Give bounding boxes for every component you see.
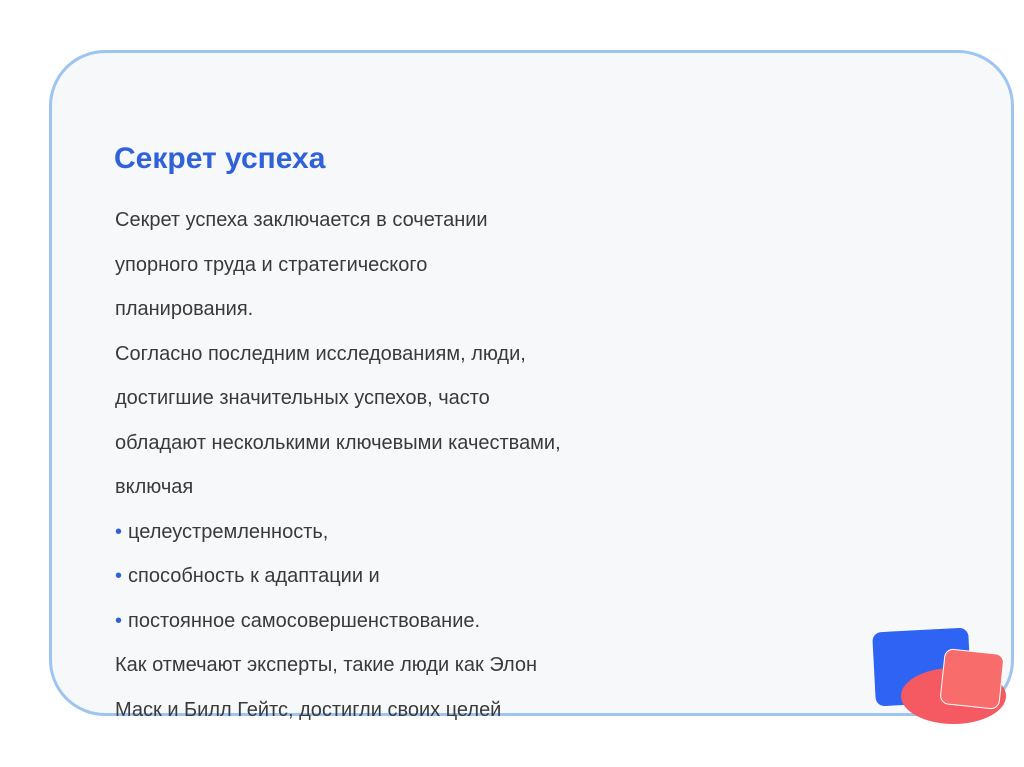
bullet-text: постоянное самосовершенствование. [128, 609, 481, 632]
body-line: Как отмечают эксперты, такие люди как Эл… [115, 654, 538, 676]
bullet-item: • способность к адаптации и [115, 554, 561, 599]
bullet-text: целеустремленность, [128, 520, 329, 543]
decorative-red-square [939, 648, 1005, 710]
bullet-text: способность к адаптации и [128, 565, 380, 587]
body-line: обладают несколькими ключевыми качествам… [115, 431, 561, 454]
bullet-item: • постоянное самосовершенствование. [115, 599, 561, 644]
body-line: включая [115, 476, 194, 498]
slide-body: Секрет успеха заключается в сочетании уп… [115, 198, 561, 732]
body-line: достигшие значительных успехов, часто [115, 387, 490, 409]
body-line: Маск и Билл Гейтс, достигли своих целей [115, 698, 502, 721]
slide-title: Секрет успеха [114, 142, 326, 175]
body-line: Секрет успеха заключается в сочетании [115, 209, 488, 231]
bullet-item: • целеустремленность, [115, 510, 561, 555]
body-line: планирования. [115, 298, 254, 320]
body-line: упорного труда и стратегического [115, 253, 428, 276]
bullet-icon: • [115, 609, 123, 632]
bullet-icon: • [115, 565, 123, 587]
body-line: Согласно последним исследованиям, люди, [115, 342, 526, 365]
bullet-icon: • [115, 520, 123, 543]
